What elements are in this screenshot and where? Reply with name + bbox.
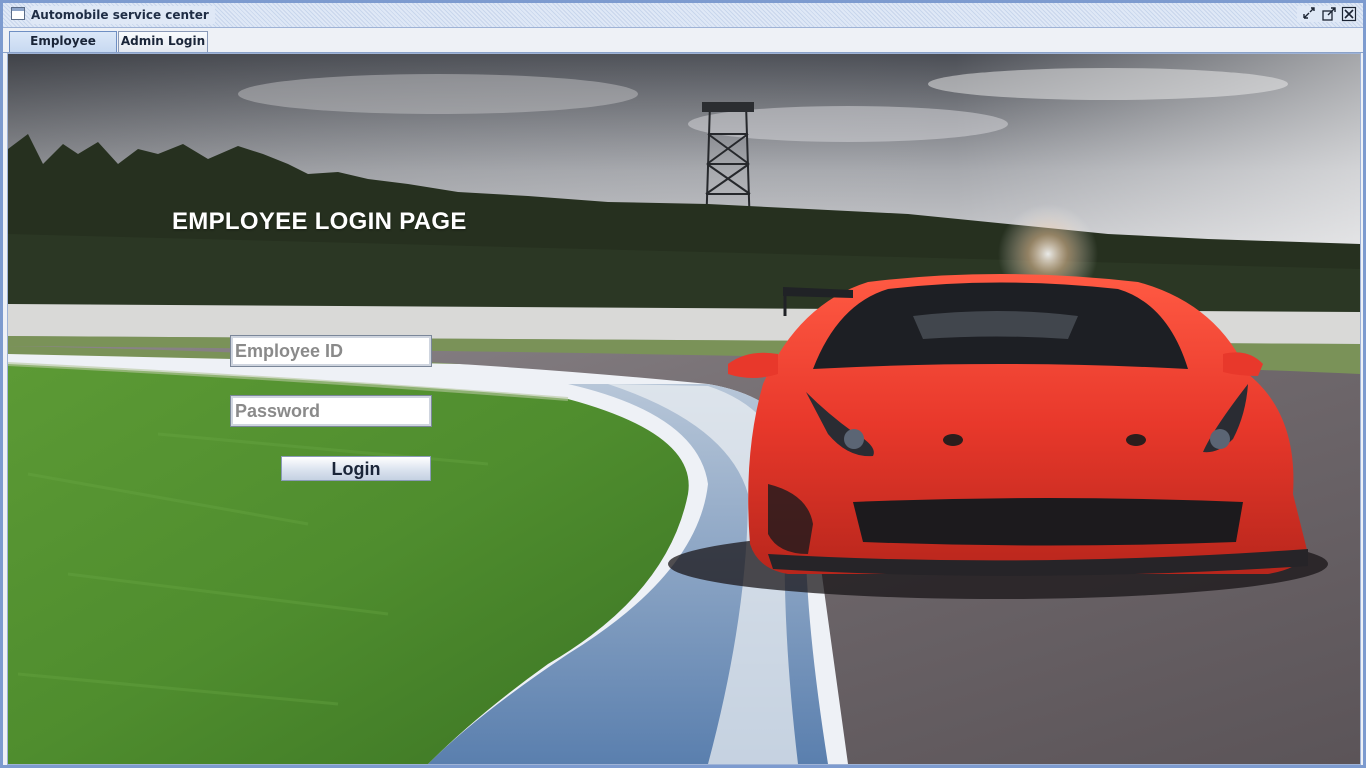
minimize-icon[interactable]	[1301, 6, 1317, 22]
racing-car-background-image	[8, 54, 1360, 764]
password-input[interactable]	[233, 398, 429, 424]
app-window: Automobile service center Employee Login…	[0, 0, 1366, 768]
tab-bar: Employee Login Admin Login	[3, 28, 1363, 67]
employee-id-field	[230, 335, 432, 367]
window-controls	[1297, 6, 1357, 22]
window-title: Automobile service center	[31, 6, 215, 24]
login-button[interactable]: Login	[281, 456, 431, 481]
app-window-icon	[11, 7, 25, 20]
close-icon[interactable]	[1341, 6, 1357, 22]
tab-admin-login[interactable]: Admin Login	[118, 31, 208, 52]
title-bar[interactable]: Automobile service center	[3, 3, 1363, 28]
page-title: EMPLOYEE LOGIN PAGE	[172, 208, 467, 235]
employee-login-panel: EMPLOYEE LOGIN PAGE Login	[7, 53, 1361, 765]
password-field	[230, 395, 432, 427]
maximize-icon[interactable]	[1321, 6, 1337, 22]
tab-employee-login[interactable]: Employee Login	[9, 31, 117, 67]
employee-id-input[interactable]	[233, 338, 429, 364]
